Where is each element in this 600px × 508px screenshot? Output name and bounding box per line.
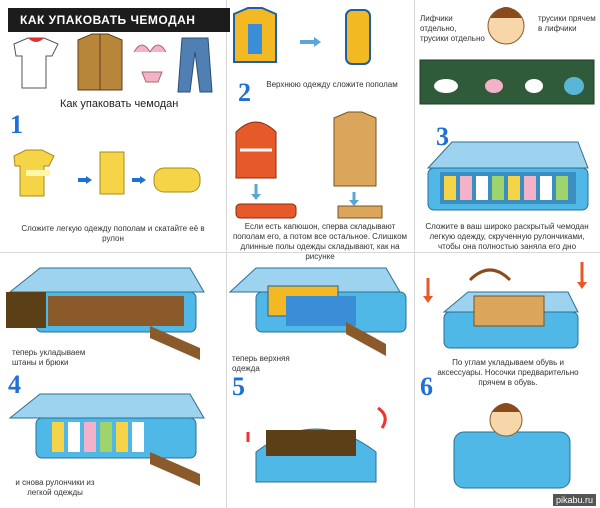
speech-bubble: Лифчики отдельно, трусики отдельно	[420, 14, 485, 43]
step-number: 4	[8, 370, 21, 399]
step-number: 2	[238, 78, 251, 107]
watermark: pikabu.ru	[552, 494, 596, 506]
suitcase-pants-illustration	[6, 267, 205, 486]
step-number: 3	[436, 122, 449, 151]
step-caption: и снова рулончики из легкой одежды	[15, 478, 95, 497]
step-caption: Сложите легкую одежду пополам и скатайте…	[21, 224, 205, 243]
step-caption: Верхнюю одежду сложите пополам	[266, 80, 398, 89]
outerwear-illustration	[233, 7, 383, 219]
step-number: 1	[10, 110, 23, 139]
step-number: 5	[232, 372, 245, 401]
step-caption: теперь верхняя одежда	[232, 354, 290, 373]
clothes-illustration	[13, 33, 213, 197]
step-caption: Сложите в ваш широко раскрытый чемодан л…	[425, 222, 589, 251]
suitcase-outerwear-illustration	[228, 267, 407, 483]
speech-bubble: трусики прячем в лифчики	[538, 14, 596, 33]
step-caption: теперь укладываем штаны и брюки	[12, 348, 86, 367]
step-caption: По углам укладываем обувь и аксессуары. …	[437, 358, 579, 387]
